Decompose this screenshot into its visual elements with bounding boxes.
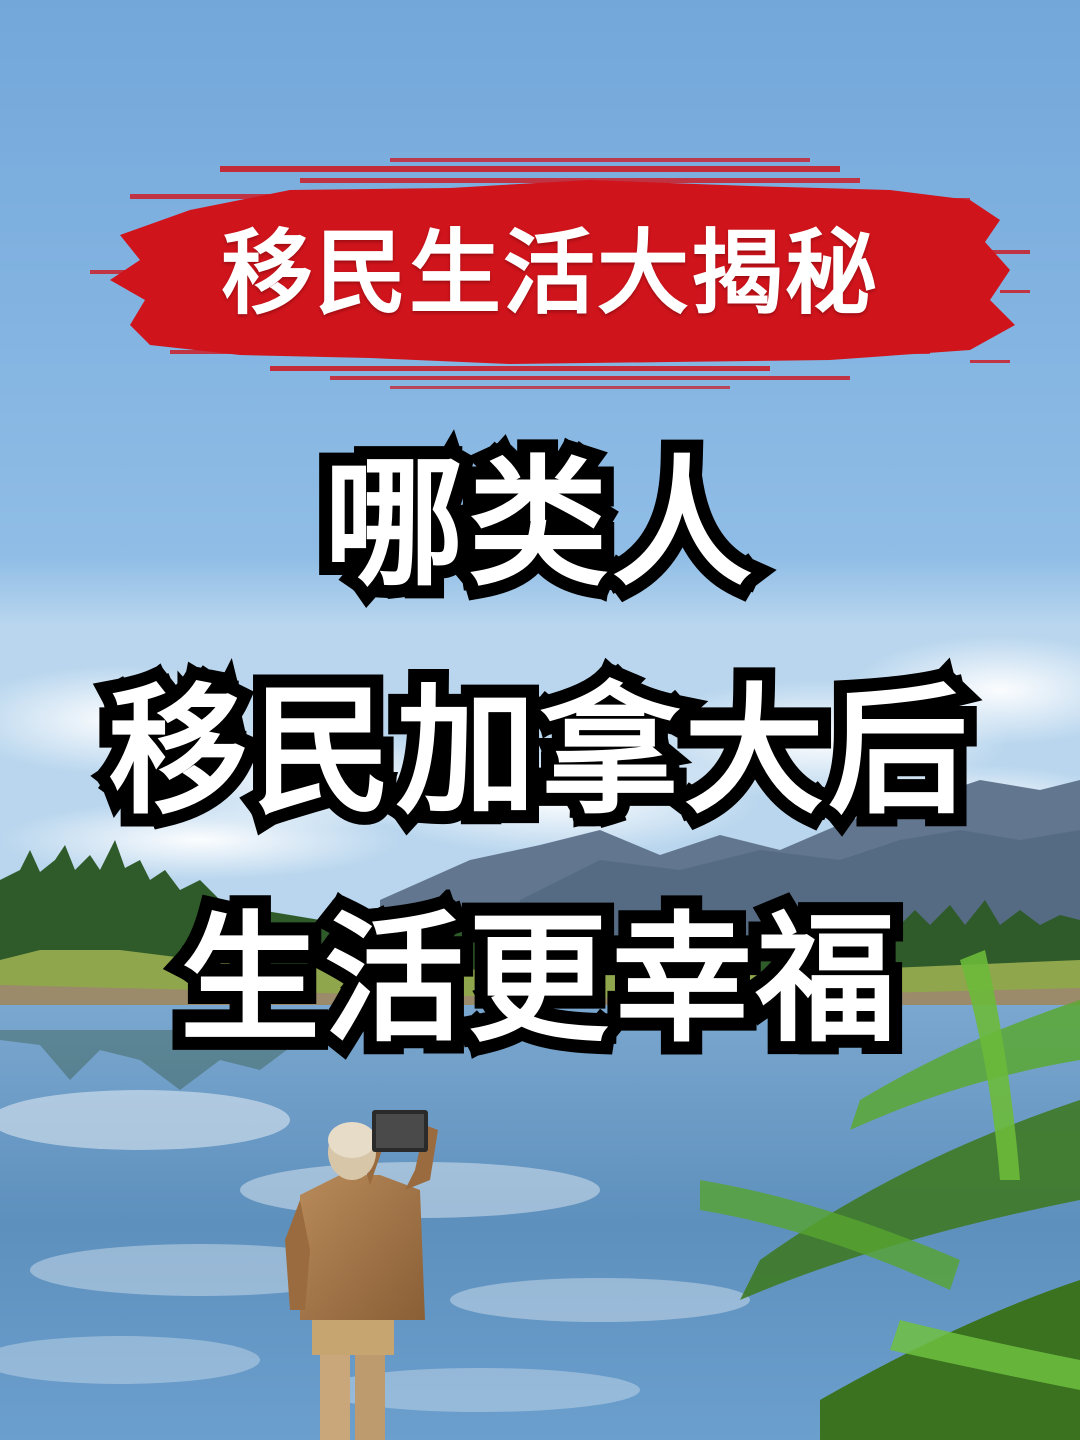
poster: 移民生活大揭秘 哪类人 移民加拿大后 生活更幸福: [0, 0, 1080, 1440]
tablet-icon: [372, 1110, 428, 1152]
banner-title: 移民生活大揭秘: [220, 219, 879, 327]
headline-line-2: 移民加拿大后: [95, 658, 981, 847]
headline-line-3: 生活更幸福: [167, 886, 909, 1075]
title-banner: 移民生活大揭秘: [70, 150, 1030, 395]
headline-line-1: 哪类人: [311, 430, 765, 619]
